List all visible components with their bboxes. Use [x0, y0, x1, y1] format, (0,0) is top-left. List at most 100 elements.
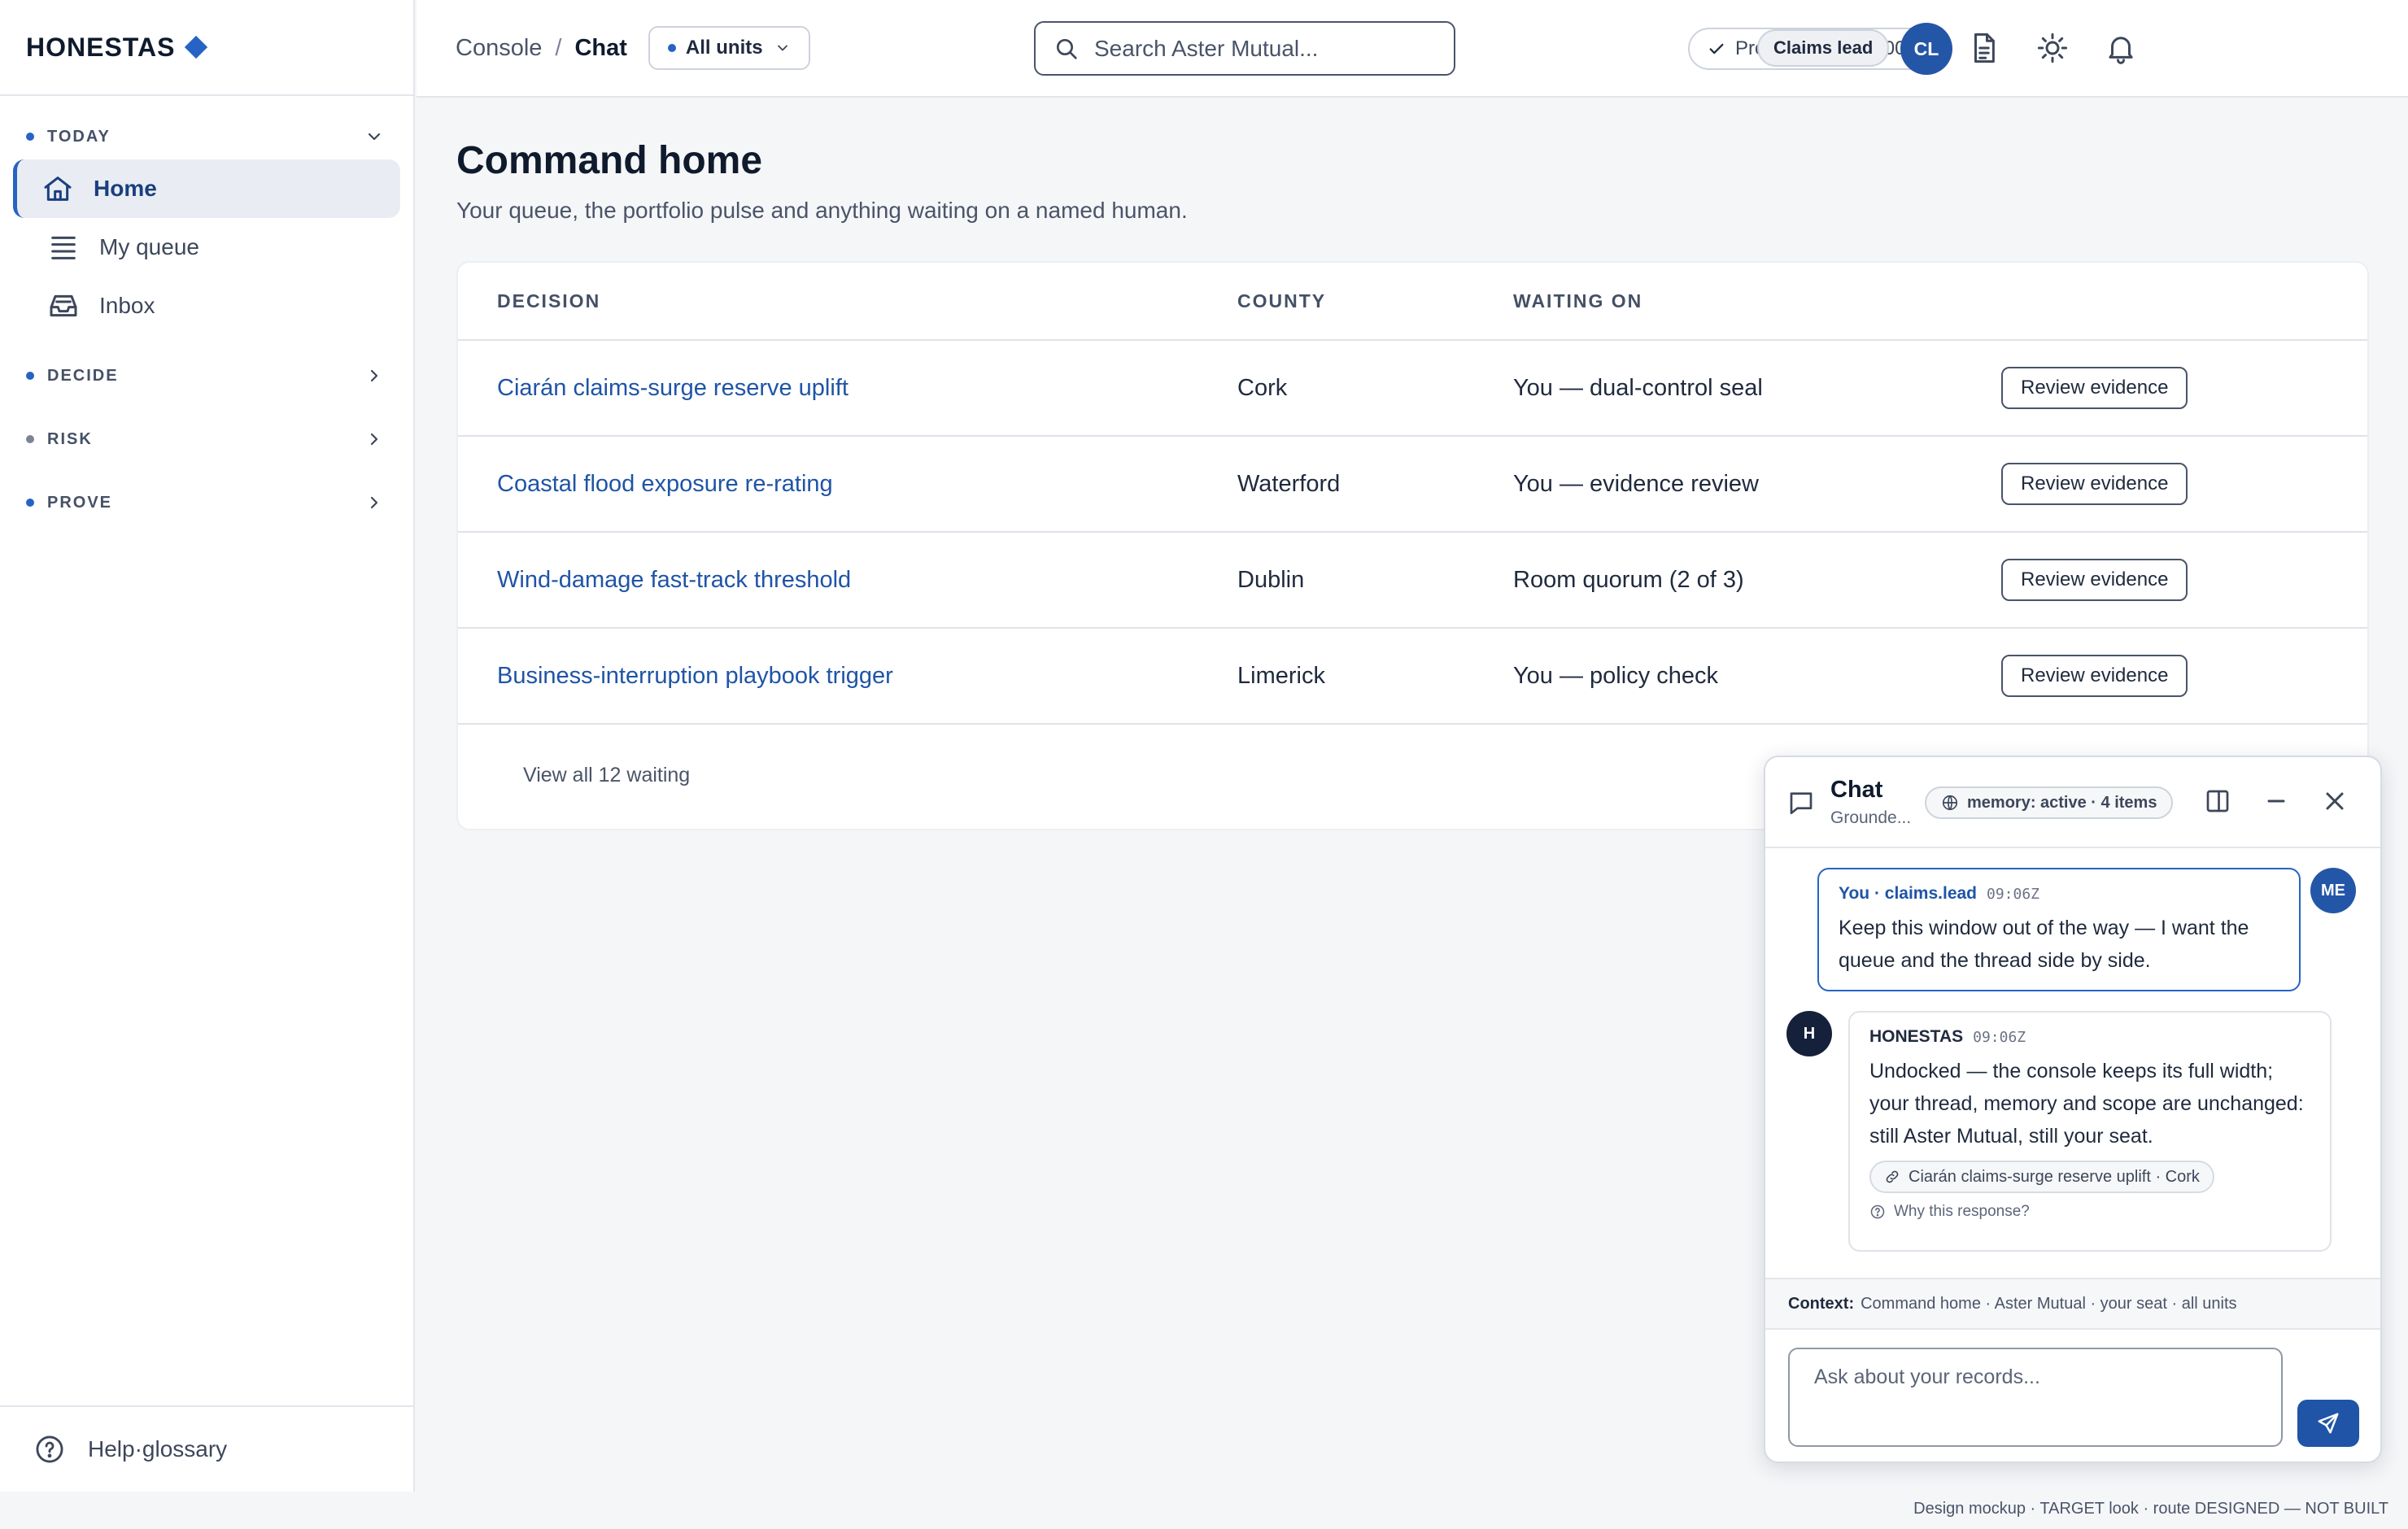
chat-title: Chat — [1830, 777, 1883, 803]
design-mockup-note: Design mockup · TARGET look · route DESI… — [1913, 1500, 2388, 1518]
sidebar-item-label: Inbox — [99, 293, 155, 318]
sidebar-item-my-queue[interactable]: My queue — [13, 218, 400, 277]
column-header-county: COUNTY — [1237, 290, 1327, 311]
nav-section-today[interactable]: TODAY — [0, 114, 413, 159]
table-row: Coastal flood exposure re-rating Waterfo… — [458, 437, 2367, 533]
waiting-on-cell: Room quorum (2 of 3) — [1513, 566, 1744, 593]
message-time: 09:06Z — [1973, 1029, 2026, 1046]
county-cell: Limerick — [1237, 662, 1325, 689]
message-meta: HONESTAS 09:06Z — [1869, 1027, 2310, 1047]
top-bar: Console / Chat All units Provenance · 09… — [417, 0, 2408, 98]
decision-link[interactable]: Coastal flood exposure re-rating — [497, 471, 833, 498]
nav-section-label: RISK — [47, 429, 93, 448]
help-glossary-label: Help·glossary — [88, 1436, 228, 1461]
sidebar: HONESTAS TODAY Home My queue Inbox DECID… — [0, 0, 415, 1492]
section-dot-icon — [26, 372, 34, 380]
decision-link[interactable]: Ciarán claims-surge reserve uplift — [497, 375, 848, 402]
page-subtitle: Your queue, the portfolio pulse and anyt… — [456, 198, 1188, 223]
chevron-down-icon — [368, 133, 381, 141]
nav-section-decide[interactable]: DECIDE — [0, 353, 413, 399]
message-text: Keep this window out of the way — I want… — [1839, 917, 2249, 972]
send-icon — [2318, 1413, 2339, 1434]
theme-sun-icon[interactable] — [2035, 31, 2070, 65]
context-label: Context: — [1788, 1294, 1855, 1313]
memory-status-pill[interactable]: memory: active · 4 items — [1925, 786, 2174, 819]
home-icon — [44, 176, 72, 201]
waiting-on-cell: You — dual-control seal — [1513, 374, 1763, 401]
section-dot-icon — [26, 435, 34, 443]
citation-chip[interactable]: Ciarán claims-surge reserve uplift · Cor… — [1869, 1161, 2214, 1193]
inbox-icon — [50, 294, 77, 317]
message-text: Undocked — the console keeps its full wi… — [1869, 1060, 2304, 1148]
user-message-avatar: ME — [2310, 868, 2356, 913]
check-icon — [1709, 43, 1724, 54]
view-all-waiting-link[interactable]: View all 12 waiting — [523, 764, 690, 787]
brand-name: HONESTAS — [26, 32, 176, 62]
message-author: You · claims.lead — [1839, 884, 1977, 903]
review-evidence-button[interactable]: Review evidence — [2001, 367, 2188, 409]
avatar-initials: CL — [1913, 37, 1939, 59]
chevron-right-icon — [370, 496, 378, 509]
breadcrumb-console[interactable]: Console — [456, 35, 542, 62]
chevron-down-icon — [777, 45, 787, 51]
table-row: Wind-damage fast-track threshold Dublin … — [458, 533, 2367, 629]
review-evidence-button[interactable]: Review evidence — [2001, 463, 2188, 505]
chevron-right-icon — [370, 369, 378, 382]
help-circle-icon — [36, 1435, 63, 1463]
review-evidence-button[interactable]: Review evidence — [2001, 559, 2188, 601]
chevron-right-icon — [370, 433, 378, 446]
avatar-initials: ME — [2321, 881, 2345, 900]
link-icon — [1886, 1170, 1899, 1183]
sidebar-item-label: My queue — [99, 234, 199, 259]
message-meta: You · claims.lead 09:06Z — [1839, 884, 2279, 904]
review-evidence-button[interactable]: Review evidence — [2001, 655, 2188, 697]
sidebar-nav: TODAY Home My queue Inbox DECIDE RISK PR… — [0, 96, 413, 525]
search-input[interactable] — [1094, 35, 1436, 62]
table-header: DECISION COUNTY WAITING ON — [458, 263, 2367, 341]
search-box[interactable] — [1034, 21, 1455, 76]
decision-link[interactable]: Wind-damage fast-track threshold — [497, 567, 851, 594]
nav-section-label: PROVE — [47, 493, 113, 512]
table-row: Business-interruption playbook trigger L… — [458, 629, 2367, 725]
chat-message-input[interactable] — [1788, 1348, 2283, 1447]
column-header-waiting-on: WAITING ON — [1513, 290, 1643, 311]
user-message: You · claims.lead 09:06Z Keep this window… — [1817, 868, 2301, 991]
section-dot-icon — [26, 133, 34, 141]
chat-header: Chat Grounde... memory: active · 4 items — [1765, 757, 2380, 848]
waiting-on-cell: You — policy check — [1513, 662, 1719, 689]
breadcrumb-separator: / — [555, 34, 562, 61]
nav-section-risk[interactable]: RISK — [0, 416, 413, 462]
role-label: Claims lead — [1773, 37, 1874, 58]
document-icon[interactable] — [1967, 31, 2001, 65]
help-glossary-link[interactable]: Help·glossary — [0, 1405, 413, 1492]
breadcrumb: Console / Chat All units — [456, 0, 810, 96]
send-button[interactable] — [2297, 1400, 2359, 1447]
minimize-icon[interactable] — [2262, 786, 2291, 816]
breadcrumb-current: Chat — [574, 34, 627, 61]
unit-select[interactable]: All units — [648, 26, 810, 70]
decision-link[interactable]: Business-interruption playbook trigger — [497, 663, 893, 690]
why-label: Why this response? — [1894, 1203, 2030, 1220]
brand-diamond-icon — [185, 35, 208, 59]
page-title: Command home — [456, 139, 763, 182]
user-avatar[interactable]: CL — [1900, 23, 1952, 75]
why-this-response-link[interactable]: Why this response? — [1869, 1203, 2310, 1221]
chat-context-bar: Context: Command home · Aster Mutual · y… — [1765, 1278, 2380, 1330]
brand-logo[interactable]: HONESTAS — [0, 0, 413, 96]
nav-section-prove[interactable]: PROVE — [0, 480, 413, 525]
unit-select-value: All units — [685, 37, 763, 59]
waiting-on-cell: You — evidence review — [1513, 470, 1759, 497]
county-cell: Waterford — [1237, 470, 1341, 497]
table-row: Ciarán claims-surge reserve uplift Cork … — [458, 341, 2367, 437]
sidebar-item-inbox[interactable]: Inbox — [13, 277, 400, 335]
citation-label: Ciarán claims-surge reserve uplift · Cor… — [1909, 1167, 2200, 1186]
nav-section-label: TODAY — [47, 127, 111, 146]
bell-icon[interactable] — [2104, 31, 2138, 65]
close-icon[interactable] — [2320, 786, 2349, 816]
chat-subtitle: Grounde... — [1830, 808, 1912, 827]
section-dot-icon — [26, 499, 34, 507]
list-icon — [51, 236, 76, 259]
dock-panel-icon[interactable] — [2203, 786, 2232, 816]
sidebar-item-home[interactable]: Home — [13, 159, 400, 218]
role-badge[interactable]: Claims lead — [1757, 29, 1890, 67]
